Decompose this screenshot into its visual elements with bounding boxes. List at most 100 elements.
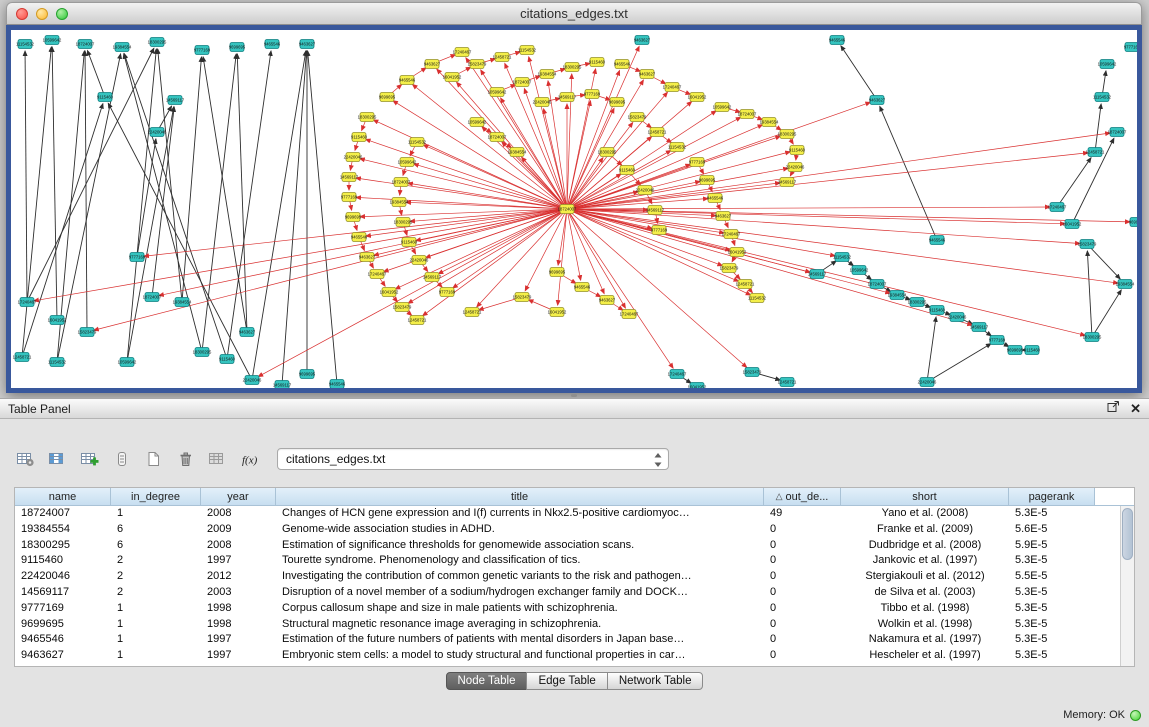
table-row[interactable]: 977716911998Corpus callosum shape and si…	[15, 601, 1120, 617]
graph-node[interactable]: 9463627	[239, 328, 256, 337]
graph-node[interactable]: 14569117	[340, 173, 359, 182]
citation-network-graph[interactable]: 1872400718300295911546022420046145691179…	[11, 30, 1137, 388]
graph-node[interactable]: 11154532	[16, 40, 35, 49]
zoom-window-button[interactable]	[56, 8, 68, 20]
minimize-window-button[interactable]	[36, 8, 48, 20]
graph-node[interactable]: 19384554	[173, 298, 192, 307]
graph-node[interactable]: 9115460	[219, 355, 236, 364]
graph-node[interactable]: 18300295	[778, 130, 797, 139]
graph-node[interactable]: 10599642	[1098, 60, 1117, 69]
table-row[interactable]: 946554611997Estimation of the future num…	[15, 632, 1120, 648]
graph-node[interactable]: 9463627	[424, 60, 441, 69]
graph-node[interactable]: 9465546	[614, 60, 631, 69]
graph-node[interactable]: 14569117	[778, 178, 797, 187]
column-header-out-de-[interactable]: △out_de...	[764, 488, 841, 506]
graph-node[interactable]: 15823479	[393, 303, 412, 312]
graph-node[interactable]: 15823479	[468, 60, 487, 69]
graph-node[interactable]: 9777169	[194, 46, 211, 55]
graph-node[interactable]: 9115460	[789, 146, 806, 155]
graph-node[interactable]: 9777169	[439, 288, 456, 297]
graph-node[interactable]: 12458721	[736, 280, 755, 289]
graph-node[interactable]: 19384554	[538, 70, 557, 79]
graph-node[interactable]: 9465546	[351, 233, 368, 242]
graph-node[interactable]: 11154532	[48, 358, 67, 367]
graph-node[interactable]: 18300295	[193, 348, 212, 357]
graph-node[interactable]: 14569117	[273, 381, 292, 389]
graph-node[interactable]: 9115460	[401, 238, 418, 247]
graph-node[interactable]: 17240467	[18, 298, 37, 307]
graph-node[interactable]: 9699695	[299, 370, 316, 379]
graph-node[interactable]: 9699695	[229, 43, 246, 52]
graph-node[interactable]: 18724007	[76, 40, 95, 49]
graph-node[interactable]: 9463627	[869, 96, 886, 105]
graph-node[interactable]: 9465546	[574, 283, 591, 292]
graph-node[interactable]: 18300295	[563, 63, 582, 72]
new-table-icon[interactable]	[140, 446, 167, 472]
graph-node[interactable]: 22420046	[410, 256, 429, 265]
graph-node[interactable]: 9465546	[929, 236, 946, 245]
graph-node[interactable]: 17240467	[722, 230, 741, 239]
graph-node[interactable]: 14569117	[166, 96, 185, 105]
table-row[interactable]: 1830029562008Estimation of significance …	[15, 538, 1120, 554]
graph-node[interactable]: 9777169	[689, 158, 706, 167]
graph-node[interactable]: 9463627	[299, 40, 316, 49]
graph-node[interactable]: 16041952	[443, 73, 462, 82]
graph-node[interactable]: 11154532	[748, 294, 767, 303]
graph-node[interactable]: 19384554	[508, 148, 527, 157]
graph-node[interactable]: 18300295	[358, 113, 377, 122]
graph-node[interactable]: 15823479	[743, 368, 762, 377]
graph-node[interactable]: 9699695	[609, 98, 626, 107]
graph-node[interactable]: 9115460	[929, 306, 946, 315]
graph-node[interactable]: 15823479	[78, 328, 97, 337]
delete-table-icon[interactable]	[172, 446, 199, 472]
graph-node[interactable]: 9777169	[584, 90, 601, 99]
graph-node[interactable]: 9463627	[634, 36, 651, 45]
graph-node[interactable]: 11154532	[1093, 93, 1112, 102]
graph-node[interactable]: 15823479	[513, 293, 532, 302]
graph-node[interactable]: 17240467	[1048, 203, 1067, 212]
close-panel-icon[interactable]: ✕	[1130, 399, 1141, 419]
graph-node[interactable]: 18724007	[143, 293, 162, 302]
graph-node[interactable]: 18724007	[558, 205, 577, 214]
graph-node[interactable]: 9465546	[264, 40, 281, 49]
graph-node[interactable]: 22420046	[948, 313, 967, 322]
graph-node[interactable]: 9463627	[599, 296, 616, 305]
graph-node[interactable]: 18724007	[392, 178, 411, 187]
tab-node-table[interactable]: Node Table	[446, 672, 528, 690]
table-row[interactable]: 946362711997Embryonic stem cells: a mode…	[15, 648, 1120, 664]
graph-node[interactable]: 10599642	[398, 158, 417, 167]
graph-node[interactable]: 17240467	[368, 270, 387, 279]
show-columns-icon[interactable]	[44, 446, 71, 472]
graph-node[interactable]: 9699695	[1007, 346, 1024, 355]
graph-node[interactable]: 19384554	[760, 118, 779, 127]
graph-node[interactable]: 9699695	[345, 213, 362, 222]
graph-node[interactable]: 22420046	[243, 376, 262, 385]
graph-node[interactable]: 14569117	[423, 273, 442, 282]
graph-node[interactable]: 12458721	[778, 378, 797, 387]
graph-node[interactable]: 22420046	[533, 98, 552, 107]
table-settings-icon[interactable]	[12, 446, 39, 472]
graph-node[interactable]: 18724007	[488, 133, 507, 142]
network-view-window[interactable]: citations_edges.txt 18724007183002959115…	[6, 2, 1142, 393]
graph-node[interactable]: 18300295	[1083, 333, 1102, 342]
table-selector-dropdown[interactable]: citations_edges.txt	[277, 448, 669, 470]
close-window-button[interactable]	[16, 8, 28, 20]
float-panel-icon[interactable]	[1107, 399, 1120, 419]
graph-node[interactable]: 18724007	[1108, 128, 1127, 137]
graph-node[interactable]: 10599642	[118, 358, 137, 367]
graph-node[interactable]: 9115460	[1024, 346, 1041, 355]
graph-node[interactable]: 9465546	[829, 36, 846, 45]
graph-node[interactable]: 10599642	[43, 36, 62, 45]
table-row[interactable]: 2242004622012Investigating the contribut…	[15, 569, 1120, 585]
graph-node[interactable]: 12458721	[1086, 148, 1105, 157]
graph-node[interactable]: 12458721	[648, 128, 667, 137]
graph-node[interactable]: 16041952	[380, 288, 399, 297]
column-header-pagerank[interactable]: pagerank	[1009, 488, 1095, 506]
graph-node[interactable]: 9115460	[589, 58, 606, 67]
graph-node[interactable]: 12458721	[463, 308, 482, 317]
graph-node[interactable]: 9777169	[341, 193, 358, 202]
graph-node[interactable]: 19384554	[113, 43, 132, 52]
graph-node[interactable]: 18724007	[868, 280, 887, 289]
graph-node[interactable]: 22420046	[148, 128, 167, 137]
graph-node[interactable]: 18300295	[394, 218, 413, 227]
